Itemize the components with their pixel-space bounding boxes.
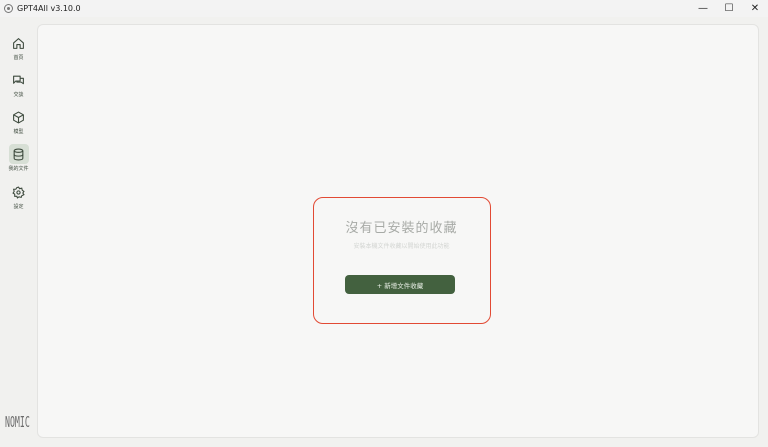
main-panel: 沒有已安裝的收藏 安裝本機文件收藏以開始使用此功能 + 新增文件收藏 xyxy=(37,24,759,438)
empty-state: 沒有已安裝的收藏 安裝本機文件收藏以開始使用此功能 + 新增文件收藏 xyxy=(313,197,491,324)
sidebar-item-label: 模型 xyxy=(13,129,24,135)
empty-state-title: 沒有已安裝的收藏 xyxy=(345,221,458,236)
home-icon xyxy=(9,33,29,53)
sidebar: 首頁 交談 模型 我的文件 設定 NOMIC xyxy=(0,17,37,447)
window-title: GPT4All v3.10.0 xyxy=(17,4,81,13)
app-icon xyxy=(4,4,13,13)
database-icon xyxy=(8,144,29,164)
close-button[interactable]: ✕ xyxy=(742,0,768,17)
sidebar-item-my-docs[interactable]: 我的文件 xyxy=(0,144,37,178)
maximize-button[interactable]: ☐ xyxy=(716,0,742,17)
chat-icon xyxy=(9,70,29,90)
cube-icon xyxy=(9,107,29,127)
sidebar-item-home[interactable]: 首頁 xyxy=(0,33,37,67)
sidebar-item-models[interactable]: 模型 xyxy=(0,107,37,141)
sidebar-item-chat[interactable]: 交談 xyxy=(0,70,37,104)
add-collection-button[interactable]: + 新增文件收藏 xyxy=(345,275,455,294)
empty-state-subtitle: 安裝本機文件收藏以開始使用此功能 xyxy=(353,243,450,250)
sidebar-item-settings[interactable]: 設定 xyxy=(0,182,37,216)
nomic-logo: NOMIC xyxy=(5,413,30,431)
minimize-button[interactable]: — xyxy=(690,0,716,17)
sidebar-item-label: 交談 xyxy=(13,92,24,98)
title-bar: GPT4All v3.10.0 — ☐ ✕ xyxy=(0,0,768,17)
sidebar-item-label: 設定 xyxy=(13,204,24,210)
window-controls: — ☐ ✕ xyxy=(690,0,768,17)
app-window: GPT4All v3.10.0 — ☐ ✕ 首頁 交談 模型 我的文件 設定 N… xyxy=(0,0,768,447)
gear-icon xyxy=(9,182,29,202)
sidebar-item-label: 我的文件 xyxy=(8,166,29,172)
sidebar-item-label: 首頁 xyxy=(13,55,24,61)
